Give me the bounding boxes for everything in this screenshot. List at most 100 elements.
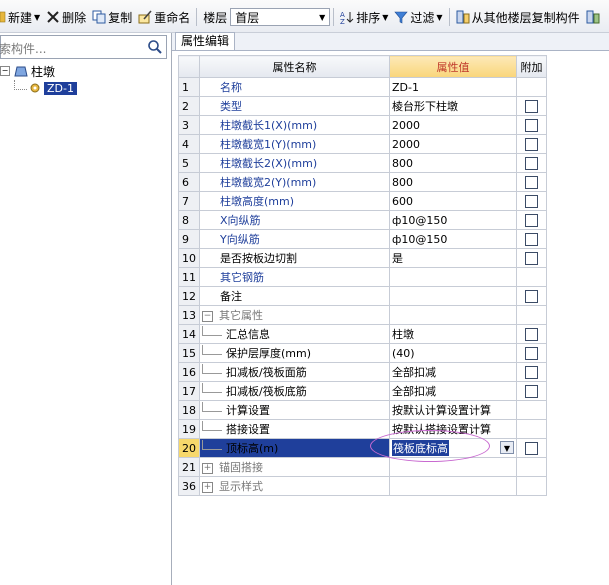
tree-group-row[interactable]: − 柱墩 xyxy=(0,63,55,79)
extra-checkbox[interactable] xyxy=(525,289,538,303)
search-icon[interactable] xyxy=(147,39,163,55)
table-row[interactable]: 8 X向纵筋 ф10@150 xyxy=(178,210,547,230)
extra-checkbox[interactable] xyxy=(525,137,538,151)
property-value-cell[interactable]: ф10@150 xyxy=(389,229,517,249)
extra-checkbox[interactable] xyxy=(525,327,538,341)
delete-button[interactable]: 删除 xyxy=(43,6,89,28)
extra-checkbox[interactable] xyxy=(525,175,538,189)
new-button[interactable]: 新建 ▼ xyxy=(0,6,43,28)
property-name-cell[interactable]: 类型 xyxy=(199,96,390,116)
property-name-cell[interactable]: 柱墩截宽2(Y)(mm) xyxy=(199,172,390,192)
property-value-cell[interactable] xyxy=(389,457,517,477)
property-name-cell[interactable]: 搭接设置 xyxy=(199,419,390,439)
copy-from-other-floor-button[interactable]: 从其他楼层复制构件 xyxy=(453,6,583,28)
property-name-cell[interactable]: + 显示样式 xyxy=(199,476,390,496)
component-search-input[interactable]: 索构件... xyxy=(0,35,167,59)
property-value-cell[interactable]: 棱台形下柱墩 xyxy=(389,96,517,116)
property-name-cell[interactable]: 其它钢筋 xyxy=(199,267,390,287)
property-value-cell[interactable]: 全部扣减 xyxy=(389,381,517,401)
expand-icon[interactable]: + xyxy=(202,462,213,474)
property-name-cell[interactable]: 保护层厚度(mm) xyxy=(199,343,390,363)
chevron-down-icon[interactable]: ▼ xyxy=(500,441,514,454)
property-value-cell[interactable]: 是 xyxy=(389,248,517,268)
property-name-cell[interactable]: 是否按板边切割 xyxy=(199,248,390,268)
table-row[interactable]: 13− 其它属性 xyxy=(178,305,547,325)
property-value-cell[interactable]: 柱墩 xyxy=(389,324,517,344)
table-row[interactable]: 10 是否按板边切割 是 xyxy=(178,248,547,268)
table-row[interactable]: 12 备注 xyxy=(178,286,547,306)
table-row[interactable]: 6 柱墩截宽2(Y)(mm) 800 xyxy=(178,172,547,192)
extra-checkbox[interactable] xyxy=(525,251,538,265)
property-value-cell[interactable] xyxy=(389,267,517,287)
extra-checkbox[interactable] xyxy=(525,384,538,398)
extra-checkbox[interactable] xyxy=(525,232,538,246)
copy-button[interactable]: 复制 xyxy=(89,6,135,28)
property-name-cell[interactable]: 扣减板/筏板面筋 xyxy=(199,362,390,382)
extra-checkbox[interactable] xyxy=(525,441,538,455)
table-row[interactable]: 1 名称 ZD-1 xyxy=(178,77,547,97)
extra-checkbox[interactable] xyxy=(525,194,538,208)
property-value-cell[interactable]: 按默认搭接设置计算 xyxy=(389,419,517,439)
property-name-cell[interactable]: 扣减板/筏板底筋 xyxy=(199,381,390,401)
sort-button[interactable]: AZ 排序 ▼ xyxy=(337,6,391,28)
collapse-icon[interactable]: − xyxy=(202,310,213,322)
filter-button[interactable]: 过滤 ▼ xyxy=(391,6,445,28)
property-name-cell[interactable]: 顶标高(m) xyxy=(199,438,390,458)
extra-checkbox[interactable] xyxy=(525,213,538,227)
table-row[interactable]: 4 柱墩截宽1(Y)(mm) 2000 xyxy=(178,134,547,154)
table-row[interactable]: 36 + 显示样式 xyxy=(178,476,547,496)
tab-property-edit[interactable]: 属性编辑 xyxy=(175,32,236,50)
table-row[interactable]: 21 + 锚固搭接 xyxy=(178,457,547,477)
property-value-cell[interactable]: 800 xyxy=(389,172,517,192)
property-name-cell[interactable]: 柱墩高度(mm) xyxy=(199,191,390,211)
table-row[interactable]: 19 搭接设置 按默认搭接设置计算 xyxy=(178,419,547,439)
extra-checkbox[interactable] xyxy=(525,346,538,360)
table-row[interactable]: 14 汇总信息 柱墩 xyxy=(178,324,547,344)
property-value-cell[interactable]: 按默认计算设置计算 xyxy=(389,400,517,420)
table-row[interactable]: 9 Y向纵筋 ф10@150 xyxy=(178,229,547,249)
property-value-cell[interactable]: 600 xyxy=(389,191,517,211)
extra-checkbox[interactable] xyxy=(525,365,538,379)
floor-select[interactable]: 首层 ▼ xyxy=(230,8,331,26)
table-row[interactable]: 11 其它钢筋 xyxy=(178,267,547,287)
property-value-cell[interactable] xyxy=(389,286,517,306)
overflow-button[interactable] xyxy=(583,6,605,28)
property-name-cell[interactable]: 备注 xyxy=(199,286,390,306)
table-row[interactable]: 3 柱墩截长1(X)(mm) 2000 xyxy=(178,115,547,135)
property-name-cell[interactable]: 名称 xyxy=(199,77,390,97)
property-value-cell[interactable]: 2000 xyxy=(389,134,517,154)
property-value-cell[interactable]: 全部扣减 xyxy=(389,362,517,382)
property-value-cell[interactable]: ф10@150 xyxy=(389,210,517,230)
property-name-cell[interactable]: − 其它属性 xyxy=(199,305,390,325)
property-value-cell[interactable]: ZD-1 xyxy=(389,77,517,97)
property-name-cell[interactable]: 汇总信息 xyxy=(199,324,390,344)
property-value-cell[interactable]: 2000 xyxy=(389,115,517,135)
property-name-cell[interactable]: + 锚固搭接 xyxy=(199,457,390,477)
table-row[interactable]: 2 类型 棱台形下柱墩 xyxy=(178,96,547,116)
tree-item-zd-1[interactable]: ZD-1 xyxy=(14,79,77,96)
table-row[interactable]: 18 计算设置 按默认计算设置计算 xyxy=(178,400,547,420)
table-row[interactable]: 20 顶标高(m) 筏板底标高 ▼ xyxy=(178,438,547,458)
property-name-cell[interactable]: 柱墩截长2(X)(mm) xyxy=(199,153,390,173)
table-row[interactable]: 17 扣减板/筏板底筋 全部扣减 xyxy=(178,381,547,401)
top-elevation-dropdown[interactable]: 筏板底标高 ▼ xyxy=(389,438,517,458)
extra-checkbox[interactable] xyxy=(525,156,538,170)
property-value-cell[interactable] xyxy=(389,305,517,325)
property-name-cell[interactable]: Y向纵筋 xyxy=(199,229,390,249)
property-name-cell[interactable]: X向纵筋 xyxy=(199,210,390,230)
rename-button[interactable]: 重命名 xyxy=(135,6,193,28)
table-row[interactable]: 15 保护层厚度(mm) (40) xyxy=(178,343,547,363)
property-name-cell[interactable]: 柱墩截长1(X)(mm) xyxy=(199,115,390,135)
collapse-icon[interactable]: − xyxy=(0,66,10,76)
property-value-cell[interactable]: 800 xyxy=(389,153,517,173)
property-name-cell[interactable]: 柱墩截宽1(Y)(mm) xyxy=(199,134,390,154)
expand-icon[interactable]: + xyxy=(202,481,213,493)
extra-checkbox[interactable] xyxy=(525,99,538,113)
property-value-cell[interactable]: (40) xyxy=(389,343,517,363)
extra-checkbox[interactable] xyxy=(525,118,538,132)
table-row[interactable]: 7 柱墩高度(mm) 600 xyxy=(178,191,547,211)
table-row[interactable]: 5 柱墩截长2(X)(mm) 800 xyxy=(178,153,547,173)
property-value-cell[interactable] xyxy=(389,476,517,496)
property-name-cell[interactable]: 计算设置 xyxy=(199,400,390,420)
table-row[interactable]: 16 扣减板/筏板面筋 全部扣减 xyxy=(178,362,547,382)
